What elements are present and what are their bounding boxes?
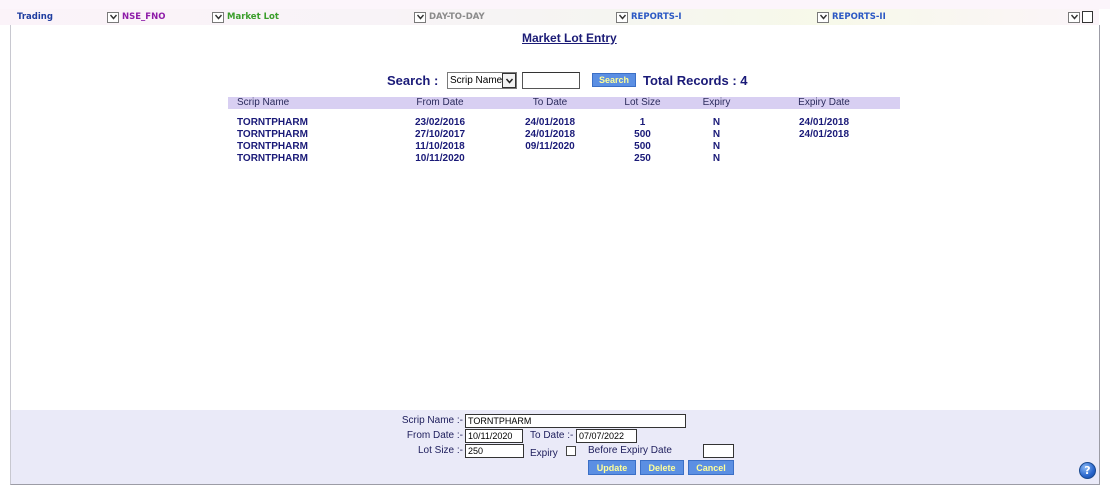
total-records-count: 4	[740, 73, 748, 88]
menu-market-lot[interactable]: Market Lot	[212, 9, 279, 25]
menu-nse-fno[interactable]: NSE_FNO	[107, 9, 165, 25]
cell-expiry-date: 24/01/2018	[798, 117, 850, 128]
cell-expiry: N	[712, 153, 721, 164]
total-records-label: Total Records :	[643, 73, 737, 88]
to-date-label: To Date :-	[530, 430, 574, 441]
lot-size-label: Lot Size :-	[417, 445, 463, 456]
delete-button[interactable]: Delete	[640, 460, 684, 475]
search-field-selected: Scrip Name	[450, 75, 502, 86]
chevron-down-icon[interactable]	[414, 11, 426, 23]
cell-to-date	[500, 153, 600, 165]
cell-expiry-date: 24/01/2018	[798, 129, 850, 140]
menu-reports-i-label[interactable]: REPORTS-I	[631, 12, 682, 22]
chevron-down-icon[interactable]	[1068, 11, 1080, 23]
lot-size-field[interactable]	[465, 444, 524, 458]
before-expiry-date-label: Before Expiry Date	[588, 445, 672, 456]
cell-lot-size: 500	[634, 141, 651, 152]
cell-from-date: 23/02/2016	[414, 117, 466, 128]
update-button[interactable]: Update	[588, 460, 636, 475]
cell-lot-size: 250	[634, 153, 651, 164]
cell-expiry-date	[748, 141, 900, 153]
table-row[interactable]: TORNTPHARM 23/02/2016 24/01/2018 1 N 24/…	[228, 117, 900, 129]
column-header-to-date: To Date	[500, 97, 600, 109]
menu-bar: Trading NSE_FNO Market Lot DAY-TO-DAY RE…	[0, 9, 1099, 25]
column-header-expiry-date: Expiry Date	[748, 97, 900, 109]
cell-from-date: 10/11/2020	[415, 153, 465, 164]
cell-expiry: N	[712, 141, 721, 152]
menu-trading[interactable]: Trading	[17, 9, 53, 25]
cell-expiry: N	[712, 129, 721, 140]
cell-lot-size: 1	[639, 117, 646, 128]
cell-scrip-name: TORNTPHARM	[237, 129, 308, 140]
cell-to-date: 09/11/2020	[525, 141, 575, 152]
menu-reports-i[interactable]: REPORTS-I	[616, 9, 682, 25]
table-spacer	[228, 109, 900, 117]
scrip-name-field[interactable]	[465, 414, 686, 428]
search-label: Search :	[387, 73, 439, 88]
page-title: Market Lot Entry	[522, 31, 617, 45]
menu-extra[interactable]	[1068, 9, 1093, 25]
table-row[interactable]: TORNTPHARM 11/10/2018 09/11/2020 500 N	[228, 141, 900, 153]
chevron-down-icon[interactable]	[212, 11, 224, 23]
menu-extra-box[interactable]	[1082, 11, 1093, 23]
table-row[interactable]: TORNTPHARM 27/10/2017 24/01/2018 500 N 2…	[228, 129, 900, 141]
from-date-field[interactable]	[465, 429, 523, 443]
cell-lot-size: 500	[634, 129, 651, 140]
chevron-down-icon[interactable]	[502, 73, 516, 88]
cell-scrip-name: TORNTPHARM	[237, 153, 308, 164]
to-date-field[interactable]	[576, 429, 637, 443]
from-date-label: From Date :-	[406, 430, 463, 441]
menu-market-lot-label[interactable]: Market Lot	[227, 12, 279, 22]
menu-reports-ii[interactable]: REPORTS-II	[817, 9, 886, 25]
search-input[interactable]	[522, 72, 580, 89]
table-header-row: Scrip Name From Date To Date Lot Size Ex…	[228, 97, 900, 109]
cancel-button[interactable]: Cancel	[688, 460, 734, 475]
column-header-expiry: Expiry	[685, 97, 748, 109]
cell-from-date: 11/10/2018	[415, 141, 465, 152]
cell-expiry-date	[748, 153, 900, 165]
expiry-label: Expiry	[530, 448, 558, 459]
scrip-name-label: Scrip Name :-	[401, 415, 463, 426]
chevron-down-icon[interactable]	[107, 11, 119, 23]
before-expiry-date-field[interactable]	[703, 444, 734, 458]
cell-expiry: N	[712, 117, 721, 128]
column-header-scrip-name: Scrip Name	[228, 97, 380, 109]
menu-trading-label[interactable]: Trading	[17, 12, 53, 22]
cell-scrip-name: TORNTPHARM	[237, 117, 308, 128]
help-icon[interactable]: ?	[1079, 462, 1096, 479]
menu-reports-ii-label[interactable]: REPORTS-II	[832, 12, 886, 22]
menu-day-to-day[interactable]: DAY-TO-DAY	[414, 9, 485, 25]
menu-nse-fno-label[interactable]: NSE_FNO	[122, 12, 165, 22]
cell-to-date: 24/01/2018	[524, 117, 576, 128]
chevron-down-icon[interactable]	[817, 11, 829, 23]
column-header-from-date: From Date	[380, 97, 500, 109]
menu-day-to-day-label[interactable]: DAY-TO-DAY	[429, 12, 485, 22]
column-header-lot-size: Lot Size	[600, 97, 685, 109]
expiry-checkbox[interactable]	[566, 446, 576, 456]
table-row[interactable]: TORNTPHARM 10/11/2020 250 N	[228, 153, 900, 165]
search-field-select[interactable]: Scrip Name	[447, 72, 517, 89]
cell-from-date: 27/10/2017	[414, 129, 466, 140]
market-lot-table: Scrip Name From Date To Date Lot Size Ex…	[228, 97, 900, 165]
total-records: Total Records : 4	[643, 73, 748, 88]
header-strip	[0, 0, 1110, 9]
cell-to-date: 24/01/2018	[524, 129, 576, 140]
search-button[interactable]: Search	[592, 73, 636, 87]
cell-scrip-name: TORNTPHARM	[237, 141, 308, 152]
chevron-down-icon[interactable]	[616, 11, 628, 23]
